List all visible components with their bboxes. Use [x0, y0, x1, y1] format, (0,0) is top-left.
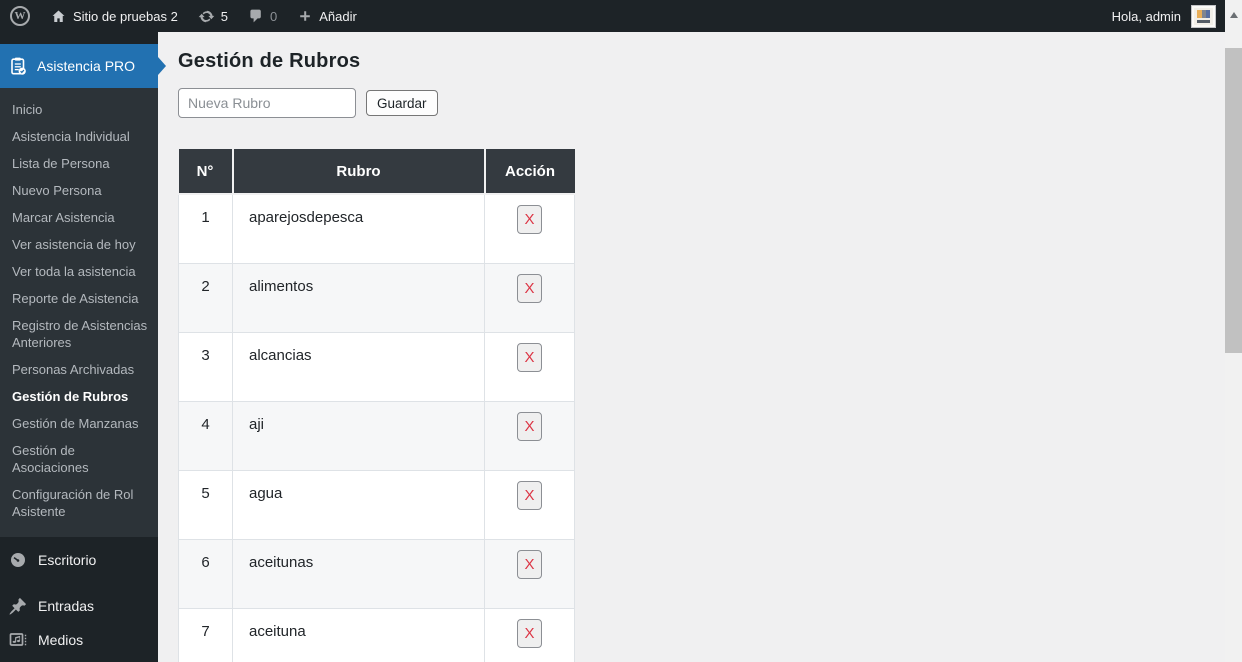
site-home-link[interactable]: Sitio de pruebas 2 [40, 0, 188, 32]
sidebar-item-entradas[interactable]: Entradas [0, 589, 158, 623]
updates-count: 5 [220, 8, 229, 24]
user-avatar[interactable] [1191, 4, 1216, 28]
table-header: N° Rubro Acción [178, 149, 575, 195]
new-rubro-input[interactable] [178, 88, 356, 118]
menu-separator [0, 577, 158, 589]
table-row: 5 agua X [178, 469, 575, 540]
sidebar-plugin-label: Asistencia PRO [37, 58, 136, 74]
table-row: 6 aceitunas X [178, 538, 575, 609]
row-action-cell: X [484, 469, 575, 540]
sidebar-item-lista-de-persona[interactable]: Lista de Persona [0, 150, 158, 177]
sidebar-item-medios[interactable]: Medios [0, 623, 158, 657]
row-rubro-cell: alcancias [232, 331, 485, 402]
table-row: 1 aparejosdepesca X [178, 193, 575, 264]
menu-item-label: Medios [38, 632, 84, 648]
header-rubro: Rubro [231, 149, 486, 195]
sidebar-item-configuración-de-rol-asistente[interactable]: Configuración de Rol Asistente [0, 481, 158, 525]
sidebar-item-personas-archivadas[interactable]: Personas Archivadas [0, 356, 158, 383]
sidebar-item-reporte-de-asistencia[interactable]: Reporte de Asistencia [0, 285, 158, 312]
menu-item-label: Entradas [38, 598, 95, 614]
updates-icon [198, 10, 215, 22]
table-row: 2 alimentos X [178, 262, 575, 333]
pushpin-icon [9, 597, 27, 615]
sidebar-item-gestión-de-asociaciones[interactable]: Gestión de Asociaciones [0, 437, 158, 481]
menu-item-label: Escritorio [38, 552, 97, 568]
sidebar-item-inicio[interactable]: Inicio [0, 96, 158, 123]
wordpress-logo-icon: W [10, 6, 30, 26]
table-row: 4 aji X [178, 400, 575, 471]
row-action-cell: X [484, 262, 575, 333]
table-row: 3 alcancias X [178, 331, 575, 402]
sidebar-item-asistencia-pro[interactable]: Asistencia PRO [0, 44, 166, 88]
user-greeting[interactable]: Hola, admin [1112, 9, 1181, 24]
row-number-cell: 5 [178, 469, 233, 540]
admin-bar: W Sitio de pruebas 2 5 0 Añadir Hola, ad… [0, 0, 1242, 32]
header-accion: Acción [483, 149, 575, 195]
wp-logo-button[interactable]: W [0, 0, 40, 32]
home-icon [52, 10, 65, 22]
table-body: 1 aparejosdepesca X 2 alimentos X 3 alca… [178, 193, 575, 662]
clipboard-check-icon [11, 57, 26, 75]
row-number-cell: 4 [178, 400, 233, 471]
row-number-cell: 2 [178, 262, 233, 333]
row-action-cell: X [484, 193, 575, 264]
add-new-label: Añadir [319, 8, 357, 24]
delete-rubro-button[interactable]: X [517, 549, 542, 579]
header-num: N° [178, 149, 234, 195]
sidebar-item-ver-asistencia-de-hoy[interactable]: Ver asistencia de hoy [0, 231, 158, 258]
sidebar-item-escritorio[interactable]: Escritorio [0, 543, 158, 577]
row-rubro-cell: aji [232, 400, 485, 471]
row-rubro-cell: agua [232, 469, 485, 540]
delete-rubro-button[interactable]: X [517, 618, 542, 648]
current-menu-arrow [158, 57, 166, 75]
row-action-cell: X [484, 331, 575, 402]
delete-rubro-button[interactable]: X [517, 205, 542, 234]
main-content: Gestión de Rubros Guardar N° Rubro Acció… [158, 32, 1225, 662]
media-icon [9, 633, 27, 646]
delete-rubro-button[interactable]: X [517, 273, 542, 303]
row-number-cell: 7 [178, 607, 233, 662]
site-name: Sitio de pruebas 2 [73, 8, 178, 24]
add-new-link[interactable]: Añadir [287, 0, 367, 32]
row-rubro-cell: aceituna [232, 607, 485, 662]
plugin-submenu: Inicio Asistencia Individual Lista de Pers… [0, 88, 158, 537]
row-rubro-cell: alimentos [232, 262, 485, 333]
dashboard-icon [11, 553, 25, 567]
comments-link[interactable]: 0 [238, 0, 287, 32]
plus-icon [300, 11, 311, 21]
updates-link[interactable]: 5 [188, 0, 238, 32]
row-number-cell: 3 [178, 331, 233, 402]
sidebar-item-gestión-de-rubros[interactable]: Gestión de Rubros [0, 383, 158, 410]
row-rubro-cell: aceitunas [232, 538, 485, 609]
row-rubro-cell: aparejosdepesca [232, 193, 485, 264]
comments-count: 0 [270, 8, 278, 24]
row-action-cell: X [484, 400, 575, 471]
sidebar-item-ver-toda-la-asistencia[interactable]: Ver toda la asistencia [0, 258, 158, 285]
sidebar-item-marcar-asistencia[interactable]: Marcar Asistencia [0, 204, 158, 231]
save-button[interactable]: Guardar [366, 90, 438, 116]
table-row: 7 aceituna X [178, 607, 575, 662]
sidebar-item-asistencia-individual[interactable]: Asistencia Individual [0, 123, 158, 150]
row-number-cell: 1 [178, 193, 233, 264]
admin-bar-left: W Sitio de pruebas 2 5 0 Añadir [0, 0, 367, 32]
admin-sidebar: Asistencia PRO Inicio Asistencia Individu… [0, 32, 166, 662]
delete-rubro-button[interactable]: X [517, 480, 542, 510]
vertical-scrollbar [1225, 0, 1242, 662]
sidebar-item-nuevo-persona[interactable]: Nuevo Persona [0, 177, 158, 204]
new-rubro-form: Guardar [178, 88, 1225, 118]
delete-rubro-button[interactable]: X [517, 411, 542, 441]
admin-bar-right: Hola, admin [1112, 4, 1242, 28]
row-action-cell: X [484, 607, 575, 662]
row-number-cell: 6 [178, 538, 233, 609]
sidebar-item-gestión-de-manzanas[interactable]: Gestión de Manzanas [0, 410, 158, 437]
sidebar-item-registro-de-asistencias-anteriores[interactable]: Registro de Asistencias Anteriores [0, 312, 158, 356]
rubros-table: N° Rubro Acción 1 aparejosdepesca X 2 al… [178, 149, 575, 662]
scrollbar-thumb[interactable] [1225, 48, 1242, 353]
page-title: Gestión de Rubros [178, 50, 361, 72]
scrollbar-up-arrow-icon[interactable] [1229, 8, 1238, 18]
wp-core-menu: Escritorio Entradas Medios [0, 537, 158, 657]
row-action-cell: X [484, 538, 575, 609]
delete-rubro-button[interactable]: X [517, 342, 542, 372]
comments-icon [250, 9, 261, 23]
